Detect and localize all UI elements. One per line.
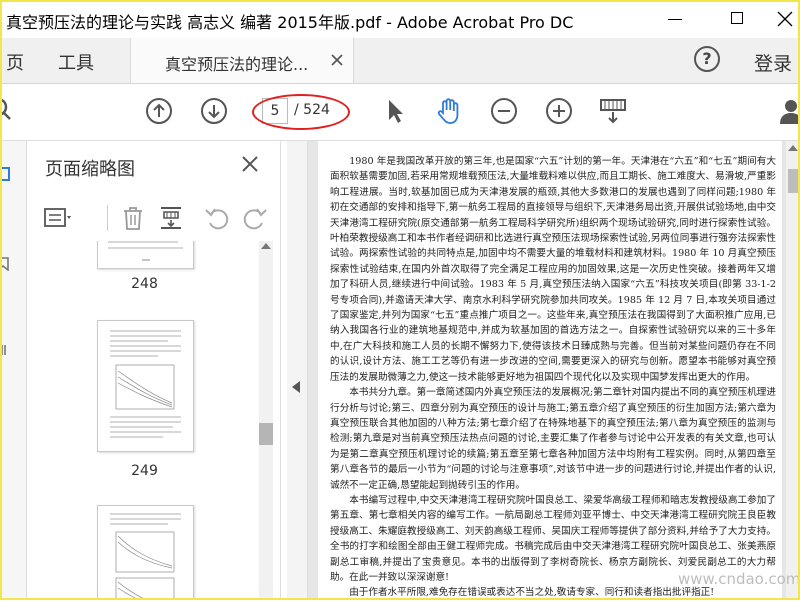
rotate-counterclockwise-icon[interactable] [203,204,231,232]
page-text: 1980 年是我国改革开放的第三年,也是国家“六五”计划的第一年。天津港在“六五… [330,154,776,601]
extract-page-icon[interactable] [157,204,185,232]
previous-page-icon[interactable] [144,96,174,126]
close-window-button[interactable] [770,6,800,32]
help-icon[interactable]: ? [694,46,720,72]
page-preview-image [110,513,181,600]
panel-title: 页面缩略图 [45,159,135,180]
scrollbar-thumb[interactable] [259,423,273,445]
page-thumbnail-248[interactable] [97,241,194,269]
document-tab-label: 真空预压法的理论... [165,55,309,74]
scrollbar-thumb[interactable] [788,169,798,193]
highlight-ellipse [252,94,350,130]
title-bar: 真空预压法的理论与实践 高志义 编著 2015年版.pdf - Adobe Ac… [0,0,800,38]
document-scrollbar[interactable] [786,141,800,600]
tab-bar: 页 工具 真空预压法的理论... [0,38,800,84]
zoom-in-icon[interactable] [544,96,574,126]
toolbar: 5 / 524 [0,84,800,141]
thumbnail-scrollbar[interactable] [259,241,273,600]
thumbnail-label: 249 [131,463,158,479]
watermark: www.cndao.com [678,570,800,588]
paragraph: 本书共分九章。第一章简述国内外真空预压法的发展概况;第二章针对国内提出不同的真空… [330,387,776,491]
minimize-button[interactable] [660,6,690,32]
document-tab[interactable]: 真空预压法的理论... [130,38,354,83]
account-icon[interactable] [776,96,800,126]
panel-close-icon[interactable] [241,155,259,173]
menu-page[interactable]: 页 [6,49,24,75]
hand-tool-icon[interactable] [434,96,464,126]
login-button[interactable]: 登录 [754,49,792,76]
tab-close-icon[interactable] [329,52,345,68]
page-preview-image [108,241,183,261]
delete-page-icon[interactable] [119,204,147,232]
bookmarks-icon[interactable] [0,257,12,271]
toolbar-divider [107,205,108,231]
pdf-page: 1980 年是我国改革开放的第三年,也是国家“六五”计划的第一年。天津港在“六五… [318,141,782,600]
page-thumbnail-250[interactable] [97,505,194,600]
menu-tools[interactable]: 工具 [58,49,94,75]
marquee-zoom-icon[interactable] [598,96,628,126]
window-title: 真空预压法的理论与实践 高志义 编著 2015年版.pdf - Adobe Ac… [6,13,574,32]
scroll-up-icon[interactable] [788,145,798,151]
options-menu-icon[interactable] [43,204,71,232]
document-view: 1980 年是我国改革开放的第三年,也是国家“六五”计划的第一年。天津港在“六五… [308,141,800,600]
close-icon [777,11,793,27]
maximize-button[interactable] [722,6,752,32]
collapse-panel-handle[interactable] [287,141,308,600]
attachments-icon[interactable] [0,343,12,357]
left-navigation-rail [0,141,27,600]
page-thumbnail-249[interactable] [97,320,194,452]
chevron-left-icon [292,381,300,393]
thumbnail-label: 248 [131,276,158,292]
thumbnails-panel: 页面缩略图 248 249 [27,141,281,600]
zoom-out-icon[interactable] [489,96,519,126]
paragraph: 1980 年是我国改革开放的第三年,也是国家“六五”计划的第一年。天津港在“六五… [330,156,776,383]
select-cursor-icon[interactable] [380,96,410,126]
search-icon[interactable] [0,96,22,126]
next-page-icon[interactable] [199,96,229,126]
thumbnail-list: 248 249 [27,241,280,600]
page-thumbnails-icon[interactable] [0,167,12,181]
scroll-up-icon[interactable] [261,243,271,249]
rotate-clockwise-icon[interactable] [241,204,269,232]
page-preview-image [110,330,181,438]
thumbnail-toolbar [27,201,280,237]
